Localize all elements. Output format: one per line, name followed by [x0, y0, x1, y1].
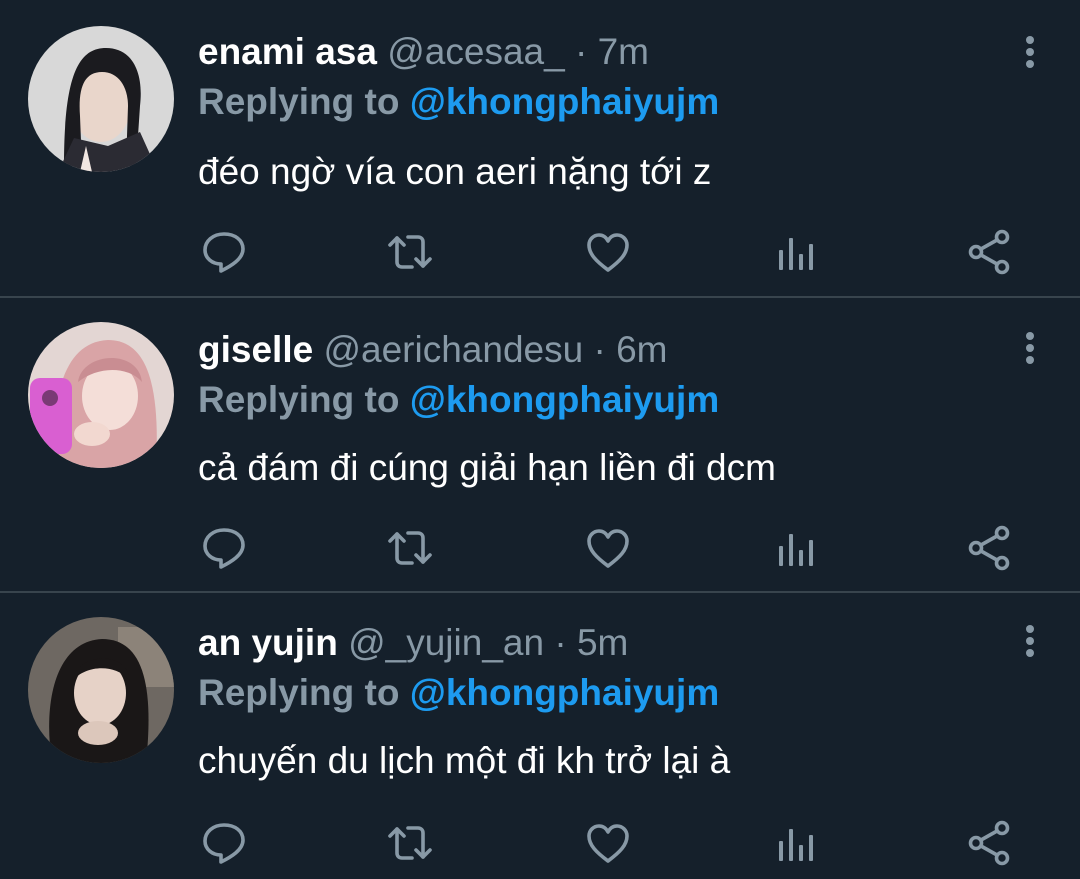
action-bar: [198, 819, 1028, 867]
tweet-text: đéo ngờ vía con aeri nặng tới z: [198, 151, 712, 192]
analytics-icon[interactable]: [773, 228, 821, 276]
avatar[interactable]: [28, 617, 174, 763]
share-icon[interactable]: [966, 524, 1014, 572]
display-name[interactable]: an yujin: [198, 622, 338, 663]
action-bar: [198, 228, 1028, 276]
action-bar: [198, 524, 1028, 572]
user-handle[interactable]: @acesaa_: [387, 31, 564, 72]
user-handle[interactable]: @aerichandesu: [323, 329, 583, 370]
tweet-header: an yujin @_yujin_an · 5m: [198, 621, 628, 665]
reply-tweet[interactable]: enami asa @acesaa_ · 7m Replying to @kho…: [0, 0, 1080, 296]
reply-tweet[interactable]: an yujin @_yujin_an · 5m Replying to @kh…: [0, 593, 1080, 879]
more-options-icon[interactable]: [1020, 623, 1040, 663]
separator-dot: ·: [554, 622, 567, 663]
retweet-icon[interactable]: [386, 819, 434, 867]
replying-to-label: Replying to: [198, 672, 400, 713]
analytics-icon[interactable]: [773, 524, 821, 572]
replying-to: Replying to @khongphaiyujm: [198, 671, 719, 715]
mention-link[interactable]: @khongphaiyujm: [410, 672, 719, 713]
reply-icon[interactable]: [200, 524, 248, 572]
separator-dot: ·: [574, 31, 588, 72]
share-icon[interactable]: [966, 819, 1014, 867]
tweet-header: enami asa @acesaa_ · 7m: [198, 30, 649, 74]
like-icon[interactable]: [584, 524, 632, 572]
mention-link[interactable]: @khongphaiyujm: [410, 81, 719, 122]
avatar[interactable]: [28, 322, 174, 468]
like-icon[interactable]: [584, 228, 632, 276]
separator-dot: ·: [593, 329, 606, 370]
avatar[interactable]: [28, 26, 174, 172]
reply-thread: enami asa @acesaa_ · 7m Replying to @kho…: [0, 0, 1080, 879]
reply-tweet[interactable]: giselle @aerichandesu · 6m Replying to @…: [0, 298, 1080, 591]
retweet-icon[interactable]: [386, 228, 434, 276]
tweet-header: giselle @aerichandesu · 6m: [198, 328, 668, 372]
reply-icon[interactable]: [200, 228, 248, 276]
replying-to: Replying to @khongphaiyujm: [198, 80, 719, 124]
tweet-text: cả đám đi cúng giải hạn liền đi dcm: [198, 447, 776, 488]
more-options-icon[interactable]: [1020, 330, 1040, 370]
more-options-icon[interactable]: [1020, 34, 1040, 74]
timestamp[interactable]: 5m: [577, 622, 628, 663]
timestamp[interactable]: 6m: [616, 329, 667, 370]
mention-link[interactable]: @khongphaiyujm: [410, 379, 719, 420]
tweet-text: chuyến du lịch một đi kh trở lại à: [198, 740, 731, 781]
reply-icon[interactable]: [200, 819, 248, 867]
share-icon[interactable]: [966, 228, 1014, 276]
like-icon[interactable]: [584, 819, 632, 867]
user-handle[interactable]: @_yujin_an: [348, 622, 544, 663]
replying-to-label: Replying to: [198, 379, 400, 420]
display-name[interactable]: giselle: [198, 329, 313, 370]
timestamp[interactable]: 7m: [598, 31, 649, 72]
analytics-icon[interactable]: [773, 819, 821, 867]
display-name[interactable]: enami asa: [198, 31, 377, 72]
replying-to-label: Replying to: [198, 81, 400, 122]
retweet-icon[interactable]: [386, 524, 434, 572]
replying-to: Replying to @khongphaiyujm: [198, 378, 719, 422]
